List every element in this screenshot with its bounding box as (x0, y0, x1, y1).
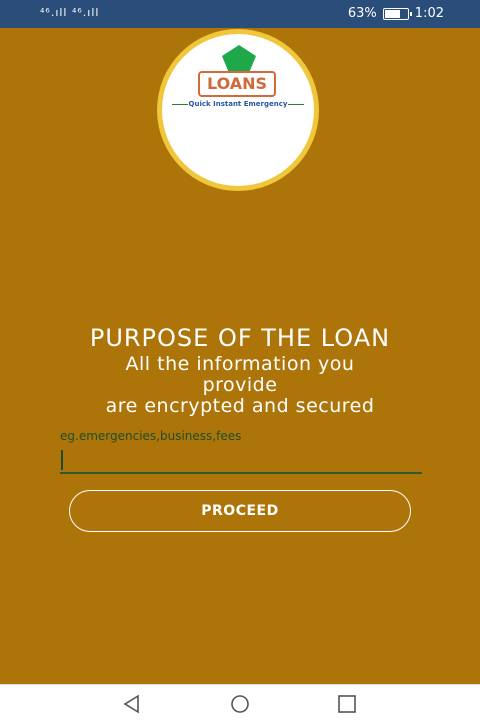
status-bar: ⁴⁶.ıll ⁴⁶.ıll 63% 1:02 (0, 0, 480, 28)
recent-apps-icon[interactable] (336, 693, 358, 715)
purpose-input-hint: eg.emergencies,business,fees (60, 429, 242, 443)
logo-tagline: Quick Instant Emergency (188, 100, 288, 108)
text-cursor (61, 450, 63, 470)
page-subtitle: All the information you provide are encr… (0, 354, 480, 417)
status-right: 63% 1:02 (348, 6, 444, 21)
clock: 1:02 (414, 6, 444, 21)
signal-indicator: ⁴⁶.ıll ⁴⁶.ıll (40, 6, 100, 19)
system-nav-bar (0, 684, 480, 721)
subtitle-line-1: All the information you (125, 353, 355, 375)
page-title: PURPOSE OF THE LOAN (89, 324, 391, 352)
back-icon[interactable] (121, 693, 143, 715)
subtitle-line-2: provide (202, 374, 278, 396)
logo-divider-right (288, 104, 304, 105)
proceed-button[interactable]: PROCEED (69, 490, 411, 532)
home-icon[interactable] (229, 693, 251, 715)
pentagon-icon (222, 45, 256, 73)
app-logo: LOANS Quick Instant Emergency (162, 34, 314, 186)
battery-percent: 63% (347, 6, 377, 21)
logo-brand: LOANS (198, 71, 276, 97)
battery-icon (382, 7, 412, 20)
purpose-input[interactable] (60, 446, 422, 474)
subtitle-line-3: are encrypted and secured (105, 395, 375, 417)
